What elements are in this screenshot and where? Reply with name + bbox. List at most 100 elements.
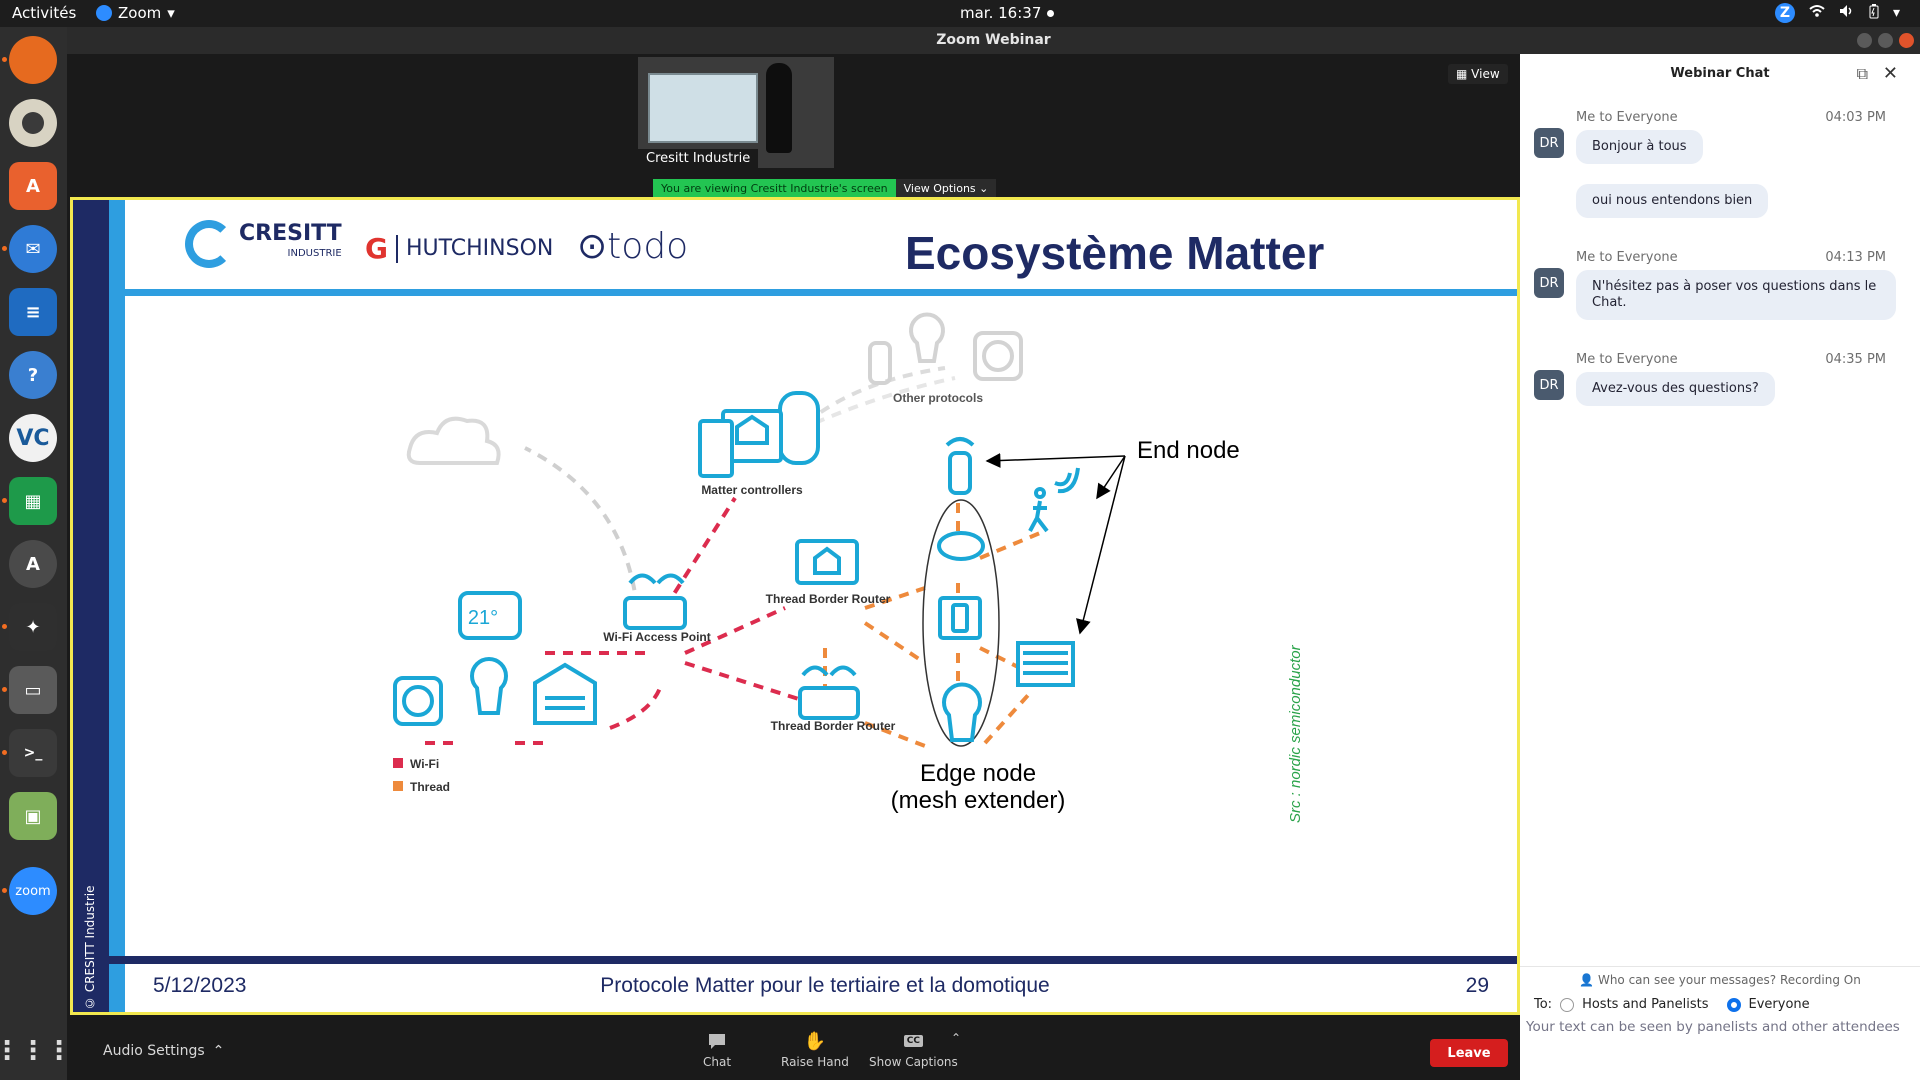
clock[interactable]: mar. 16:37 (960, 4, 1055, 22)
cresitt-logo-text: CRESITT (239, 221, 342, 246)
software-center-icon[interactable]: A (9, 162, 57, 210)
show-apps-icon[interactable]: ⋮⋮⋮ (0, 1027, 72, 1075)
video-thumbnail[interactable]: Cresitt Industrie (638, 57, 834, 168)
thermostat-reading: 21° (468, 607, 498, 629)
radio-hosts-panelists[interactable] (1560, 997, 1575, 1012)
view-options-button[interactable]: View Options ⌄ (895, 179, 997, 199)
chevron-down-icon: ⌄ (979, 182, 989, 195)
chat-panel: Webinar Chat ⧉ ✕ Me to Everyone 04:03 PM … (1520, 54, 1920, 1080)
maximize-button[interactable] (1878, 33, 1893, 48)
chat-input-hint[interactable]: Your text can be seen by panelists and o… (1526, 1019, 1916, 1035)
slide-number: 29 (1465, 974, 1489, 997)
edge-node-sublabel: (mesh extender) (891, 787, 1066, 814)
message-time: 04:13 PM (1825, 250, 1886, 265)
matter-diagram: Other protocols Matter controllers 21° W… (393, 312, 1304, 823)
app-menu-label: Zoom (118, 4, 162, 22)
system-tray[interactable]: Z ▾ (1774, 3, 1900, 23)
terminal-icon[interactable]: >_ (9, 729, 57, 777)
radio-everyone[interactable] (1726, 997, 1741, 1012)
volume-icon[interactable] (1839, 4, 1855, 22)
slide-date: 5/12/2023 (153, 974, 247, 997)
close-window-button[interactable] (1899, 33, 1914, 48)
audio-settings-button[interactable]: Audio Settings ⌃ (103, 1043, 224, 1059)
other-protocols-label: Other protocols (893, 391, 983, 405)
captions-label: Show Captions (869, 1055, 958, 1069)
avatar: DR (1534, 268, 1564, 298)
power-menu-icon[interactable]: ▾ (1893, 5, 1900, 21)
captions-button[interactable]: CC Show Captions (869, 1031, 958, 1069)
source-credit: Src : nordic semiconductor (1287, 644, 1304, 823)
meeting-toolbar: Audio Settings ⌃ Chat ✋ Raise Hand CC Sh… (67, 1021, 1520, 1080)
popout-icon[interactable]: ⧉ (1857, 54, 1868, 94)
view-options-label: View Options (903, 182, 976, 195)
message-sender: Me to Everyone (1576, 110, 1678, 125)
hutchinson-logo-mark: G (365, 232, 388, 265)
zoom-dock-icon[interactable]: zoom (9, 867, 57, 915)
edge-node-label: Edge node (920, 760, 1036, 787)
message-meta: Me to Everyone 04:35 PM (1576, 352, 1896, 367)
view-button-label: View (1471, 67, 1500, 81)
cresitt-logo-sub: INDUSTRIE (287, 248, 342, 259)
matter-controllers-label: Matter controllers (701, 483, 803, 497)
firefox-icon[interactable] (9, 36, 57, 84)
tbr2-label: Thread Border Router (771, 719, 896, 733)
running-indicator (2, 498, 7, 503)
zoom-tray-icon[interactable]: Z (1774, 3, 1795, 23)
who-can-see-label: Who can see your messages? Recording On (1597, 973, 1861, 987)
avatar: DR (1534, 128, 1564, 158)
captions-icon: CC (902, 1031, 924, 1051)
projected-screen (648, 73, 758, 143)
leave-button[interactable]: Leave (1430, 1039, 1508, 1067)
help-icon[interactable]: ? (9, 351, 57, 399)
calc-icon[interactable]: ▦ (9, 477, 57, 525)
todo-logo-text: todo (607, 226, 689, 267)
battery-icon[interactable] (1869, 3, 1879, 23)
captions-menu-caret[interactable]: ⌃ (951, 1031, 961, 1045)
share-status-bar: You are viewing Cresitt Industrie's scre… (653, 179, 997, 199)
updater-icon[interactable]: A (9, 540, 57, 588)
app-menu[interactable]: Zoom ▾ (96, 4, 175, 22)
legend-thread-label: Thread (410, 780, 450, 794)
people-icon: 👤 (1579, 973, 1595, 987)
who-can-see-link[interactable]: 👤 Who can see your messages? Recording O… (1520, 973, 1920, 987)
view-button[interactable]: ▦ View (1448, 64, 1508, 84)
chat-footer: 👤 Who can see your messages? Recording O… (1520, 966, 1920, 1080)
video-name-label: Cresitt Industrie (638, 149, 759, 168)
cresitt-logo: CRESITT INDUSTRIE (185, 220, 342, 268)
window-title: Zoom Webinar (67, 27, 1920, 54)
activities-button[interactable]: Activités (12, 4, 76, 22)
running-indicator (2, 246, 7, 251)
chat-bubble[interactable]: oui nous entendons bien (1576, 184, 1769, 218)
hand-icon: ✋ (803, 1030, 827, 1052)
writer-icon[interactable]: ≡ (9, 288, 57, 336)
grid-icon: ▦ (1456, 67, 1468, 81)
message-time: 04:03 PM (1825, 110, 1886, 125)
rhythmbox-icon[interactable] (9, 99, 57, 147)
tbr1-label: Thread Border Router (766, 592, 891, 606)
chat-bubble[interactable]: Bonjour à tous (1576, 130, 1703, 164)
shared-screen: © CRESITT Industrie CRESITT INDUSTRIE G H… (70, 197, 1520, 1015)
todo-logo-mark: ⊙ (577, 226, 608, 267)
veracrypt-icon[interactable]: VC (9, 414, 57, 462)
thunderbird-icon[interactable]: ✉ (9, 225, 57, 273)
slide-header: CRESITT INDUSTRIE G HUTCHINSON ⊙todo Ecos… (125, 200, 1517, 296)
slide-copyright: © CRESITT Industrie (83, 885, 97, 1010)
message-meta: Me to Everyone 04:03 PM (1576, 110, 1896, 125)
files-icon[interactable]: ▭ (9, 666, 57, 714)
inkscape-icon[interactable]: ✦ (9, 603, 57, 651)
presenter (766, 63, 792, 153)
minimize-button[interactable] (1857, 33, 1872, 48)
message-time: 04:35 PM (1825, 352, 1886, 367)
image-viewer-icon[interactable]: ▣ (9, 792, 57, 840)
close-icon[interactable]: ✕ (1883, 54, 1898, 94)
chat-bubble[interactable]: Avez-vous des questions? (1576, 372, 1775, 406)
wifi-icon[interactable] (1809, 4, 1825, 22)
chat-button[interactable]: Chat (703, 1031, 731, 1069)
chat-label: Chat (703, 1055, 732, 1069)
raise-hand-button[interactable]: ✋ Raise Hand (781, 1030, 849, 1070)
chat-bubble[interactable]: N'hésitez pas à poser vos questions dans… (1576, 270, 1896, 320)
everyone-label[interactable]: Everyone (1749, 997, 1810, 1012)
hosts-panelists-label[interactable]: Hosts and Panelists (1582, 997, 1708, 1012)
legend-thread-swatch (393, 781, 403, 791)
wifi-ap-label: Wi-Fi Access Point (603, 630, 710, 644)
